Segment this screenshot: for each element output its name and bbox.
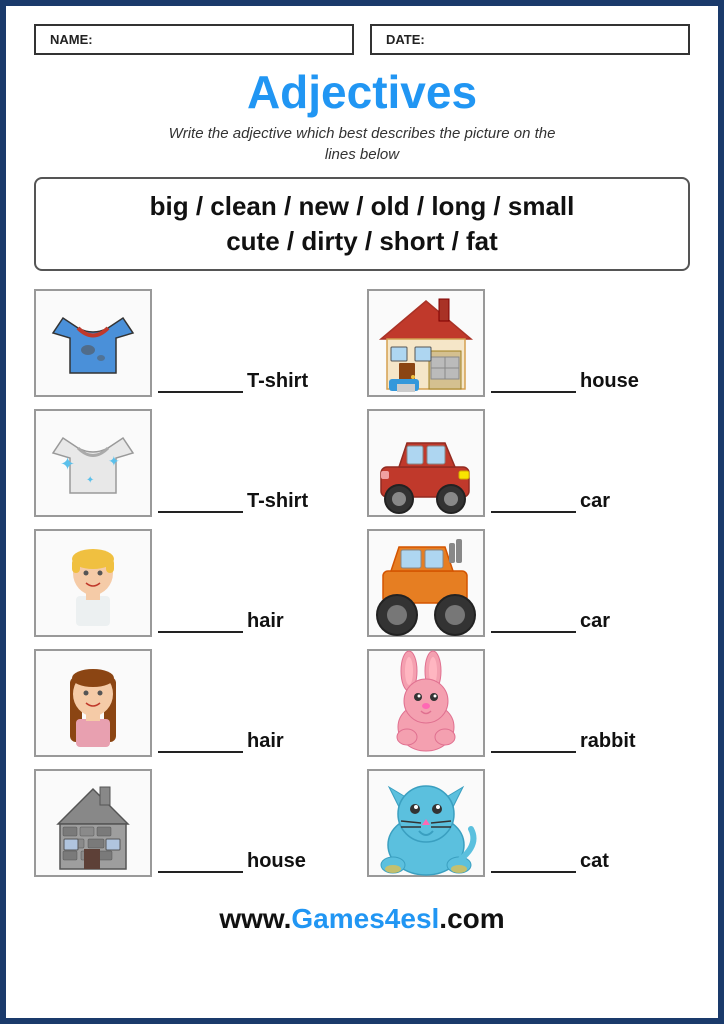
item-label: car <box>580 610 610 633</box>
list-item: T-shirt <box>34 289 357 403</box>
answer-area: hair <box>158 730 357 757</box>
answer-line <box>491 631 576 633</box>
answer-line <box>158 751 243 753</box>
image-old-house <box>34 769 152 877</box>
name-label: NAME: <box>50 32 93 47</box>
item-label: house <box>247 850 306 873</box>
list-item: ✦ ✦ ✦ T-shirt <box>34 409 357 523</box>
image-new-house <box>367 289 485 397</box>
answer-area: house <box>158 850 357 877</box>
answer-line <box>491 751 576 753</box>
answer-line <box>158 871 243 873</box>
date-label: DATE: <box>386 32 425 47</box>
right-column: house <box>367 289 690 883</box>
page-title: Adjectives <box>247 65 477 119</box>
footer-highlight: Games4esl <box>291 903 439 934</box>
answer-area: T-shirt <box>158 490 357 517</box>
answer-area: car <box>491 490 690 517</box>
header-row: NAME: DATE: <box>34 24 690 55</box>
footer: www.Games4esl.com <box>219 903 504 935</box>
subtitle: Write the adjective which best describes… <box>169 123 556 165</box>
list-item: hair <box>34 649 357 763</box>
list-item: house <box>34 769 357 883</box>
list-item: hair <box>34 529 357 643</box>
image-fat-cat <box>367 769 485 877</box>
image-big-car <box>367 529 485 637</box>
item-label: hair <box>247 730 284 753</box>
image-short-hair <box>34 529 152 637</box>
item-label: house <box>580 370 639 393</box>
answer-area: rabbit <box>491 730 690 757</box>
answer-line <box>491 391 576 393</box>
item-label: car <box>580 490 610 513</box>
word-bank-line1: big / clean / new / old / long / small <box>56 191 668 222</box>
image-small-car <box>367 409 485 517</box>
answer-line <box>158 391 243 393</box>
item-label: hair <box>247 610 284 633</box>
item-label: rabbit <box>580 730 636 753</box>
svg-text:✦: ✦ <box>60 454 75 474</box>
list-item: cat <box>367 769 690 883</box>
answer-area: car <box>491 610 690 637</box>
item-label: T-shirt <box>247 490 308 513</box>
list-item: rabbit <box>367 649 690 763</box>
svg-text:✦: ✦ <box>86 475 94 486</box>
answer-line <box>491 871 576 873</box>
exercise-columns: T-shirt ✦ ✦ ✦ T-shirt <box>34 289 690 883</box>
svg-text:✦: ✦ <box>108 453 120 469</box>
left-column: T-shirt ✦ ✦ ✦ T-shirt <box>34 289 357 883</box>
answer-area: house <box>491 370 690 397</box>
image-rabbit <box>367 649 485 757</box>
answer-line <box>491 511 576 513</box>
answer-line <box>158 511 243 513</box>
list-item: house <box>367 289 690 403</box>
image-tshirt-clean: ✦ ✦ ✦ <box>34 409 152 517</box>
name-field: NAME: <box>34 24 354 55</box>
word-bank-line2: cute / dirty / short / fat <box>56 226 668 257</box>
answer-area: cat <box>491 850 690 877</box>
word-bank: big / clean / new / old / long / small c… <box>34 177 690 271</box>
answer-line <box>158 631 243 633</box>
item-label: cat <box>580 850 609 873</box>
image-tshirt-dirty <box>34 289 152 397</box>
list-item: car <box>367 529 690 643</box>
date-field: DATE: <box>370 24 690 55</box>
image-long-hair <box>34 649 152 757</box>
answer-area: T-shirt <box>158 370 357 397</box>
item-label: T-shirt <box>247 370 308 393</box>
list-item: car <box>367 409 690 523</box>
answer-area: hair <box>158 610 357 637</box>
